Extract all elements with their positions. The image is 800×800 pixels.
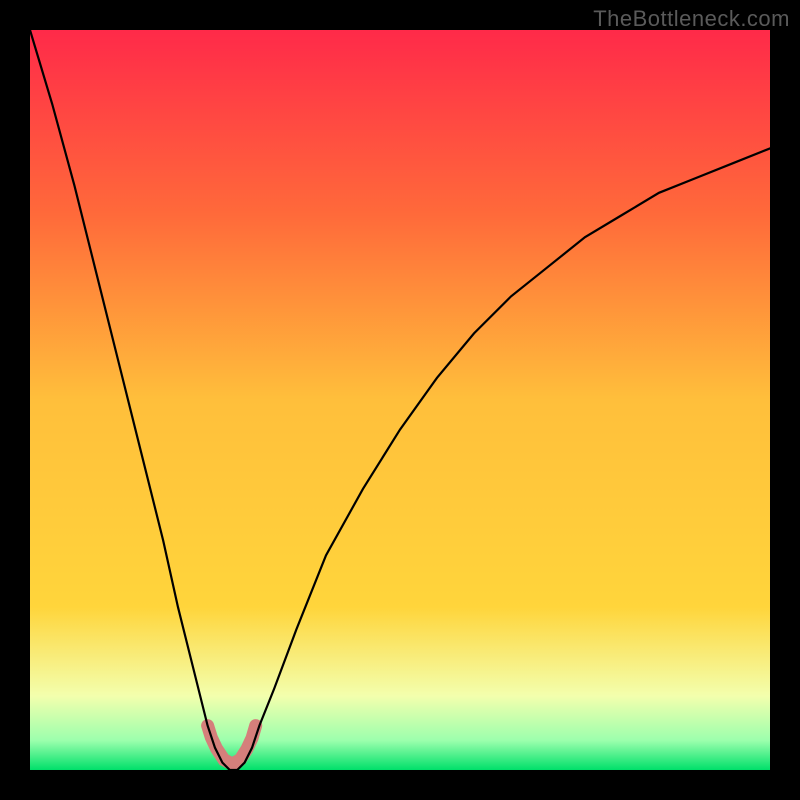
gradient-background [30,30,770,770]
plot-area [30,30,770,770]
chart-frame: TheBottleneck.com [0,0,800,800]
watermark-text: TheBottleneck.com [593,6,790,32]
